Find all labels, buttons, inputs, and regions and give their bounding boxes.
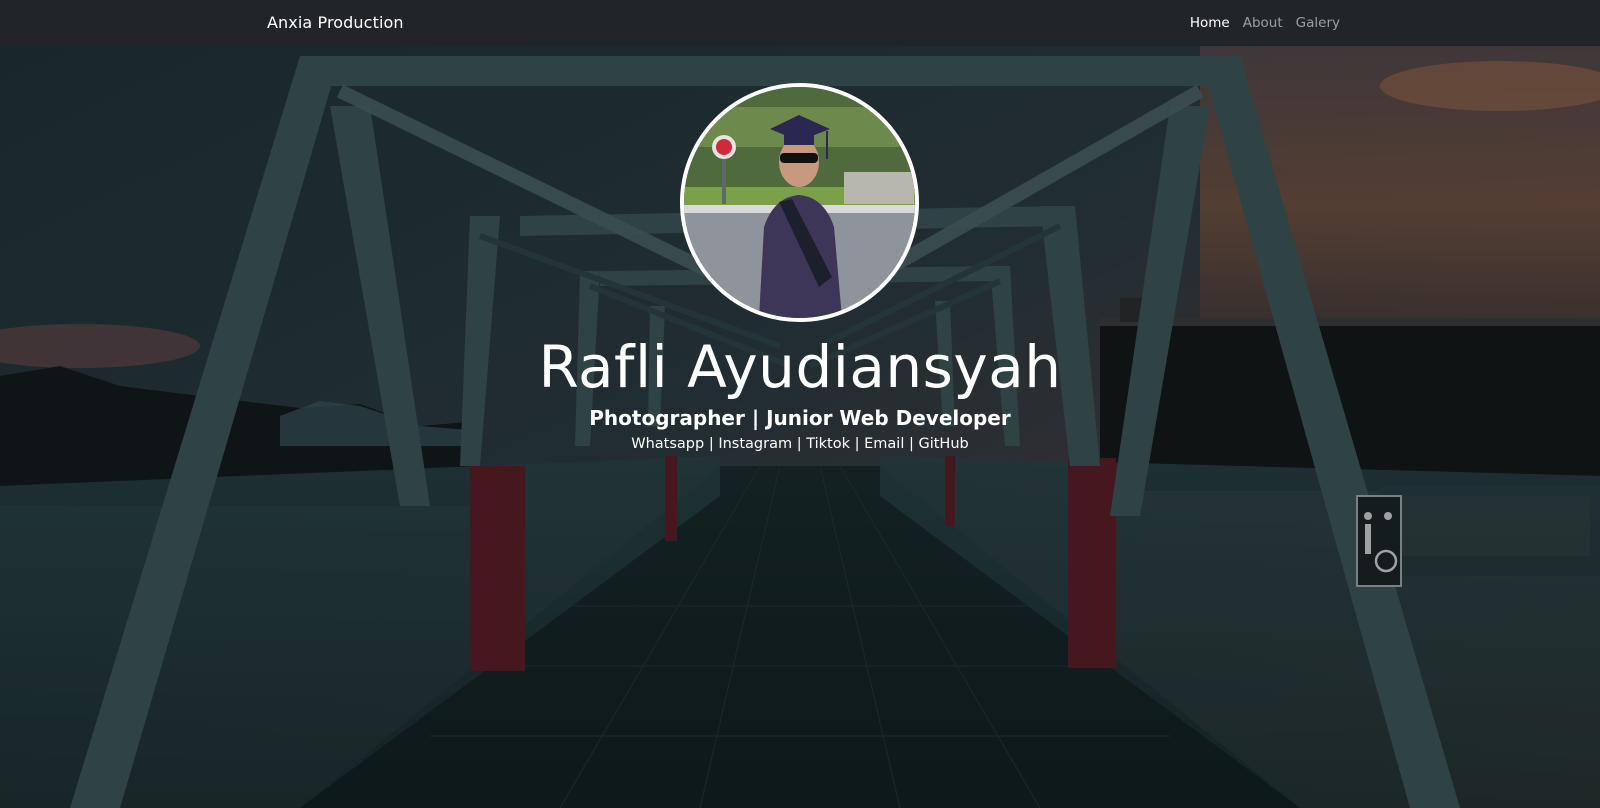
link-github[interactable]: GitHub [918, 436, 968, 452]
hero-section: Rafli Ayudiansyah Photographer | Junior … [0, 46, 1600, 808]
navbar-brand[interactable]: Anxia Production [267, 13, 404, 32]
hero-role: Photographer | Junior Web Developer [589, 406, 1011, 430]
link-tiktok[interactable]: Tiktok [806, 436, 850, 452]
link-whatsapp[interactable]: Whatsapp [631, 436, 704, 452]
separator: | [854, 436, 865, 452]
separator: | [708, 436, 719, 452]
nav-links: Home About Galery [1190, 15, 1340, 31]
link-email[interactable]: Email [864, 436, 904, 452]
separator: | [796, 436, 807, 452]
navbar: Anxia Production Home About Galery [0, 0, 1600, 46]
link-instagram[interactable]: Instagram [718, 436, 792, 452]
nav-link-about[interactable]: About [1243, 15, 1283, 31]
nav-link-home[interactable]: Home [1190, 15, 1230, 31]
nav-link-galery[interactable]: Galery [1296, 15, 1340, 31]
hero-name: Rafli Ayudiansyah [538, 333, 1062, 401]
profile-photo [680, 83, 919, 322]
social-links: Whatsapp | Instagram | Tiktok | Email | … [0, 434, 1600, 454]
